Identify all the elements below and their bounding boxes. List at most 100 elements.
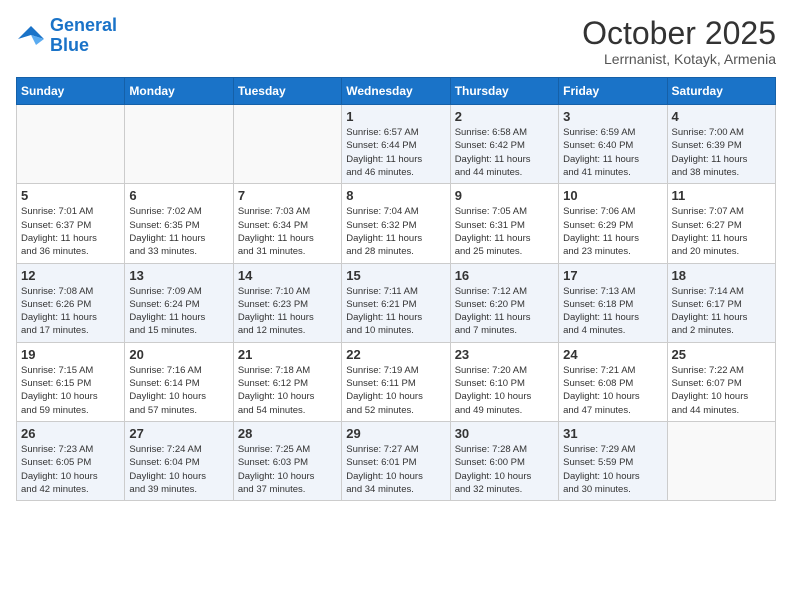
logo-icon: [16, 21, 46, 51]
day-number: 9: [455, 188, 554, 203]
day-number: 4: [672, 109, 771, 124]
calendar-cell: 3Sunrise: 6:59 AM Sunset: 6:40 PM Daylig…: [559, 105, 667, 184]
day-number: 21: [238, 347, 337, 362]
day-info: Sunrise: 7:15 AM Sunset: 6:15 PM Dayligh…: [21, 364, 120, 417]
day-info: Sunrise: 7:09 AM Sunset: 6:24 PM Dayligh…: [129, 285, 228, 338]
month-title: October 2025: [582, 16, 776, 51]
calendar-cell: 12 Sunrise: 7:08 AM Sunset: 6:26 PM Dayli…: [17, 263, 125, 342]
calendar-cell: 30 Sunrise: 7:28 AM Sunset: 6:00 PM Dayli…: [450, 421, 558, 500]
day-info: Sunrise: 7:14 AM Sunset: 6:17 PM Dayligh…: [672, 285, 771, 338]
day-number: 20: [129, 347, 228, 362]
weekday-header-row: SundayMondayTuesdayWednesdayThursdayFrid…: [17, 78, 776, 105]
day-number: 13: [129, 268, 228, 283]
calendar-cell: 29 Sunrise: 7:27 AM Sunset: 6:01 PM Dayli…: [342, 421, 450, 500]
day-info: Sunrise: 7:23 AM Sunset: 6:05 PM Dayligh…: [21, 443, 120, 496]
day-number: 16: [455, 268, 554, 283]
calendar-cell: 11 Sunrise: 7:07 AM Sunset: 6:27 PM Dayli…: [667, 184, 775, 263]
page-header: General Blue October 2025 Lerrnanist, Ko…: [16, 16, 776, 67]
calendar-cell: 7Sunrise: 7:03 AM Sunset: 6:34 PM Daylig…: [233, 184, 341, 263]
day-info: Sunrise: 7:10 AM Sunset: 6:23 PM Dayligh…: [238, 285, 337, 338]
calendar-cell: [17, 105, 125, 184]
calendar-cell: 31 Sunrise: 7:29 AM Sunset: 5:59 PM Dayli…: [559, 421, 667, 500]
weekday-header-wednesday: Wednesday: [342, 78, 450, 105]
day-info: Sunrise: 7:03 AM Sunset: 6:34 PM Dayligh…: [238, 205, 337, 258]
day-info: Sunrise: 7:27 AM Sunset: 6:01 PM Dayligh…: [346, 443, 445, 496]
day-number: 3: [563, 109, 662, 124]
calendar-cell: 18 Sunrise: 7:14 AM Sunset: 6:17 PM Dayli…: [667, 263, 775, 342]
day-info: Sunrise: 7:07 AM Sunset: 6:27 PM Dayligh…: [672, 205, 771, 258]
day-number: 27: [129, 426, 228, 441]
day-number: 12: [21, 268, 120, 283]
day-info: Sunrise: 7:05 AM Sunset: 6:31 PM Dayligh…: [455, 205, 554, 258]
calendar-cell: 22Sunrise: 7:19 AM Sunset: 6:11 PM Dayli…: [342, 342, 450, 421]
weekday-header-monday: Monday: [125, 78, 233, 105]
calendar-cell: 19 Sunrise: 7:15 AM Sunset: 6:15 PM Dayli…: [17, 342, 125, 421]
day-info: Sunrise: 7:24 AM Sunset: 6:04 PM Dayligh…: [129, 443, 228, 496]
calendar-week-row: 19 Sunrise: 7:15 AM Sunset: 6:15 PM Dayli…: [17, 342, 776, 421]
day-info: Sunrise: 7:13 AM Sunset: 6:18 PM Dayligh…: [563, 285, 662, 338]
day-info: Sunrise: 7:20 AM Sunset: 6:10 PM Dayligh…: [455, 364, 554, 417]
day-info: Sunrise: 6:58 AM Sunset: 6:42 PM Dayligh…: [455, 126, 554, 179]
calendar-cell: 25Sunrise: 7:22 AM Sunset: 6:07 PM Dayli…: [667, 342, 775, 421]
day-info: Sunrise: 7:22 AM Sunset: 6:07 PM Dayligh…: [672, 364, 771, 417]
calendar-cell: 4Sunrise: 7:00 AM Sunset: 6:39 PM Daylig…: [667, 105, 775, 184]
logo-text: General Blue: [50, 16, 117, 56]
weekday-header-sunday: Sunday: [17, 78, 125, 105]
calendar-cell: 27 Sunrise: 7:24 AM Sunset: 6:04 PM Dayli…: [125, 421, 233, 500]
calendar-cell: 13 Sunrise: 7:09 AM Sunset: 6:24 PM Dayli…: [125, 263, 233, 342]
logo: General Blue: [16, 16, 117, 56]
day-number: 31: [563, 426, 662, 441]
calendar-cell: [667, 421, 775, 500]
weekday-header-saturday: Saturday: [667, 78, 775, 105]
calendar-cell: 24Sunrise: 7:21 AM Sunset: 6:08 PM Dayli…: [559, 342, 667, 421]
day-number: 29: [346, 426, 445, 441]
calendar-cell: 28 Sunrise: 7:25 AM Sunset: 6:03 PM Dayli…: [233, 421, 341, 500]
calendar-cell: 9 Sunrise: 7:05 AM Sunset: 6:31 PM Daylig…: [450, 184, 558, 263]
location: Lerrnanist, Kotayk, Armenia: [582, 51, 776, 67]
day-number: 10: [563, 188, 662, 203]
day-info: Sunrise: 6:57 AM Sunset: 6:44 PM Dayligh…: [346, 126, 445, 179]
day-info: Sunrise: 7:19 AM Sunset: 6:11 PM Dayligh…: [346, 364, 445, 417]
day-info: Sunrise: 7:29 AM Sunset: 5:59 PM Dayligh…: [563, 443, 662, 496]
day-info: Sunrise: 7:02 AM Sunset: 6:35 PM Dayligh…: [129, 205, 228, 258]
day-number: 24: [563, 347, 662, 362]
calendar-cell: 20Sunrise: 7:16 AM Sunset: 6:14 PM Dayli…: [125, 342, 233, 421]
day-number: 8: [346, 188, 445, 203]
day-info: Sunrise: 7:12 AM Sunset: 6:20 PM Dayligh…: [455, 285, 554, 338]
calendar-week-row: 12 Sunrise: 7:08 AM Sunset: 6:26 PM Dayli…: [17, 263, 776, 342]
calendar-cell: 23 Sunrise: 7:20 AM Sunset: 6:10 PM Dayli…: [450, 342, 558, 421]
calendar-cell: 14 Sunrise: 7:10 AM Sunset: 6:23 PM Dayli…: [233, 263, 341, 342]
calendar-cell: 1 Sunrise: 6:57 AM Sunset: 6:44 PM Daylig…: [342, 105, 450, 184]
day-number: 1: [346, 109, 445, 124]
weekday-header-friday: Friday: [559, 78, 667, 105]
day-info: Sunrise: 7:25 AM Sunset: 6:03 PM Dayligh…: [238, 443, 337, 496]
day-number: 6: [129, 188, 228, 203]
day-number: 5: [21, 188, 120, 203]
day-info: Sunrise: 7:04 AM Sunset: 6:32 PM Dayligh…: [346, 205, 445, 258]
day-number: 30: [455, 426, 554, 441]
calendar-week-row: 1 Sunrise: 6:57 AM Sunset: 6:44 PM Daylig…: [17, 105, 776, 184]
day-info: Sunrise: 7:08 AM Sunset: 6:26 PM Dayligh…: [21, 285, 120, 338]
weekday-header-thursday: Thursday: [450, 78, 558, 105]
calendar-table: SundayMondayTuesdayWednesdayThursdayFrid…: [16, 77, 776, 501]
day-number: 28: [238, 426, 337, 441]
calendar-cell: 10 Sunrise: 7:06 AM Sunset: 6:29 PM Dayli…: [559, 184, 667, 263]
day-number: 23: [455, 347, 554, 362]
day-number: 18: [672, 268, 771, 283]
calendar-cell: 21Sunrise: 7:18 AM Sunset: 6:12 PM Dayli…: [233, 342, 341, 421]
calendar-cell: 16 Sunrise: 7:12 AM Sunset: 6:20 PM Dayli…: [450, 263, 558, 342]
day-number: 17: [563, 268, 662, 283]
day-info: Sunrise: 7:01 AM Sunset: 6:37 PM Dayligh…: [21, 205, 120, 258]
day-number: 11: [672, 188, 771, 203]
day-info: Sunrise: 7:28 AM Sunset: 6:00 PM Dayligh…: [455, 443, 554, 496]
day-number: 14: [238, 268, 337, 283]
title-block: October 2025 Lerrnanist, Kotayk, Armenia: [582, 16, 776, 67]
weekday-header-tuesday: Tuesday: [233, 78, 341, 105]
calendar-cell: [233, 105, 341, 184]
day-number: 19: [21, 347, 120, 362]
calendar-cell: 8 Sunrise: 7:04 AM Sunset: 6:32 PM Daylig…: [342, 184, 450, 263]
calendar-cell: 5 Sunrise: 7:01 AM Sunset: 6:37 PM Daylig…: [17, 184, 125, 263]
calendar-cell: [125, 105, 233, 184]
day-info: Sunrise: 7:06 AM Sunset: 6:29 PM Dayligh…: [563, 205, 662, 258]
calendar-cell: 17 Sunrise: 7:13 AM Sunset: 6:18 PM Dayli…: [559, 263, 667, 342]
